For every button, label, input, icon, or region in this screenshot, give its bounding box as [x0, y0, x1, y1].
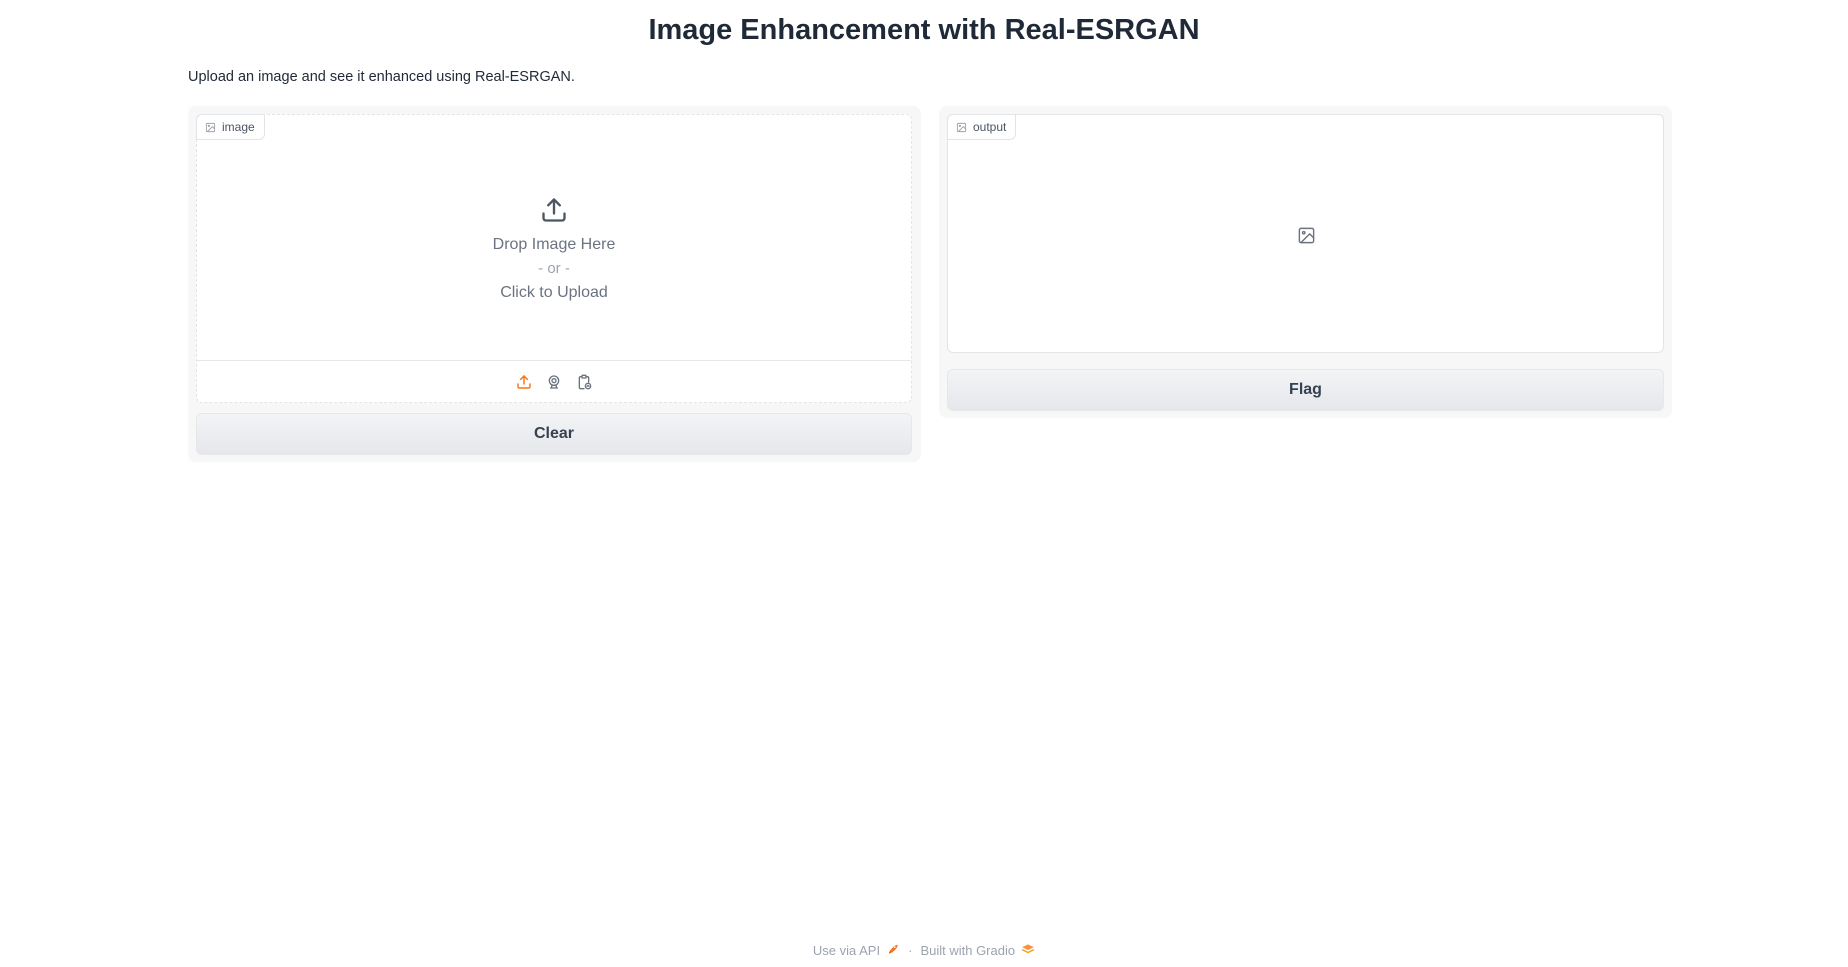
image-output-label: output	[947, 114, 1017, 140]
upload-icon	[540, 196, 568, 229]
use-via-api-link[interactable]: Use via API	[813, 942, 900, 959]
gradio-logo-icon	[1021, 943, 1035, 958]
page-description: Upload an image and see it enhanced usin…	[188, 69, 575, 85]
built-with-gradio-link[interactable]: Built with Gradio	[920, 943, 1035, 958]
footer-separator: ·	[908, 943, 913, 958]
page-title: Image Enhancement with Real-ESRGAN	[648, 14, 1200, 46]
image-output-label-text: output	[973, 120, 1007, 134]
image-drop-zone[interactable]: Drop Image Here - or - Click to Upload	[197, 115, 911, 357]
flag-button[interactable]: Flag	[947, 369, 1664, 411]
footer: Use via API · Built with Gradio	[0, 942, 1848, 959]
input-panel: image Drop Image Here - or - Click to Up…	[188, 106, 921, 462]
or-separator-text: - or -	[538, 259, 570, 277]
clipboard-source-icon[interactable]	[574, 372, 594, 392]
webcam-source-icon[interactable]	[544, 372, 564, 392]
output-panel: output Flag	[939, 106, 1672, 418]
drop-image-text: Drop Image Here	[492, 235, 616, 253]
rocket-icon	[886, 942, 900, 959]
click-to-upload-text: Click to Upload	[500, 283, 608, 301]
use-via-api-text: Use via API	[812, 943, 881, 958]
image-output-block: output	[947, 114, 1664, 353]
upload-source-icon[interactable]	[514, 372, 534, 392]
image-icon	[956, 122, 967, 133]
image-placeholder-icon	[1297, 226, 1316, 250]
image-input-block: image Drop Image Here - or - Click to Up…	[196, 114, 912, 403]
clear-button[interactable]: Clear	[196, 413, 912, 455]
source-selection-bar	[197, 360, 911, 402]
gradio-app: Image Enhancement with Real-ESRGAN Uploa…	[0, 0, 1848, 967]
built-with-gradio-text: Built with Gradio	[920, 943, 1016, 958]
